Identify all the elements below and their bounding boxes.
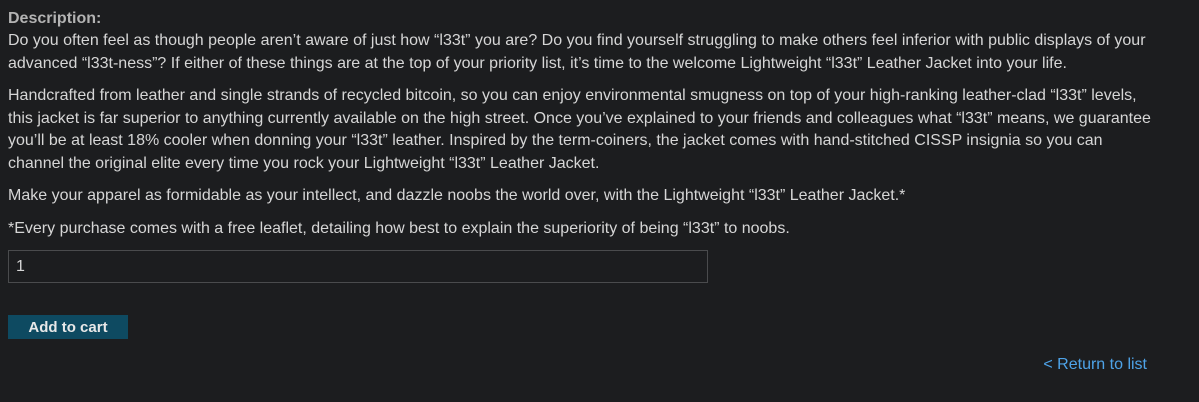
description-heading: Description:	[8, 10, 102, 27]
product-description: Description: Do you often feel as though…	[8, 8, 1158, 250]
description-paragraph-3: Make your apparel as formidable as your …	[8, 187, 906, 204]
product-page: Description: Do you often feel as though…	[0, 0, 1199, 402]
description-footnote: *Every purchase comes with a free leafle…	[8, 219, 790, 237]
quantity-input[interactable]	[8, 250, 708, 283]
description-paragraph-2: Handcrafted from leather and single stra…	[8, 87, 1151, 172]
return-to-list-link[interactable]: < Return to list	[1043, 356, 1147, 374]
add-to-cart-button[interactable]: Add to cart	[8, 315, 128, 339]
description-paragraph-1: Do you often feel as though people aren’…	[8, 32, 1146, 72]
